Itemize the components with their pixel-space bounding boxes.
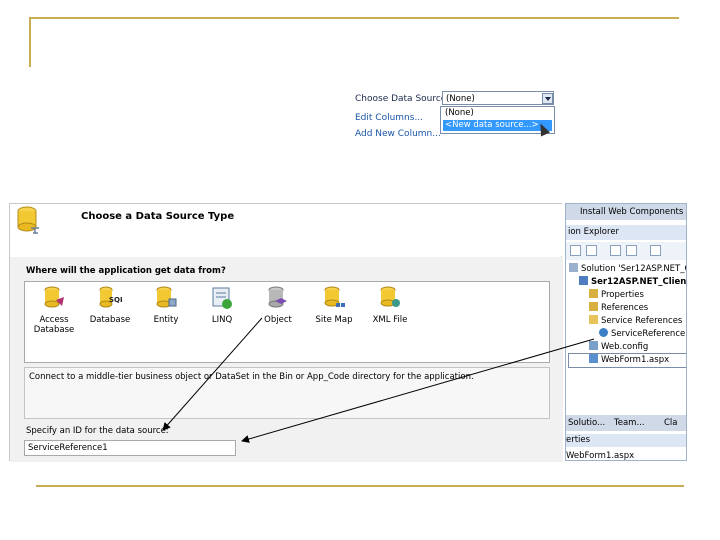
annotation-arrows (162, 317, 595, 443)
arrow-to-id-label (162, 317, 263, 431)
arrow-to-id-input (241, 338, 595, 443)
